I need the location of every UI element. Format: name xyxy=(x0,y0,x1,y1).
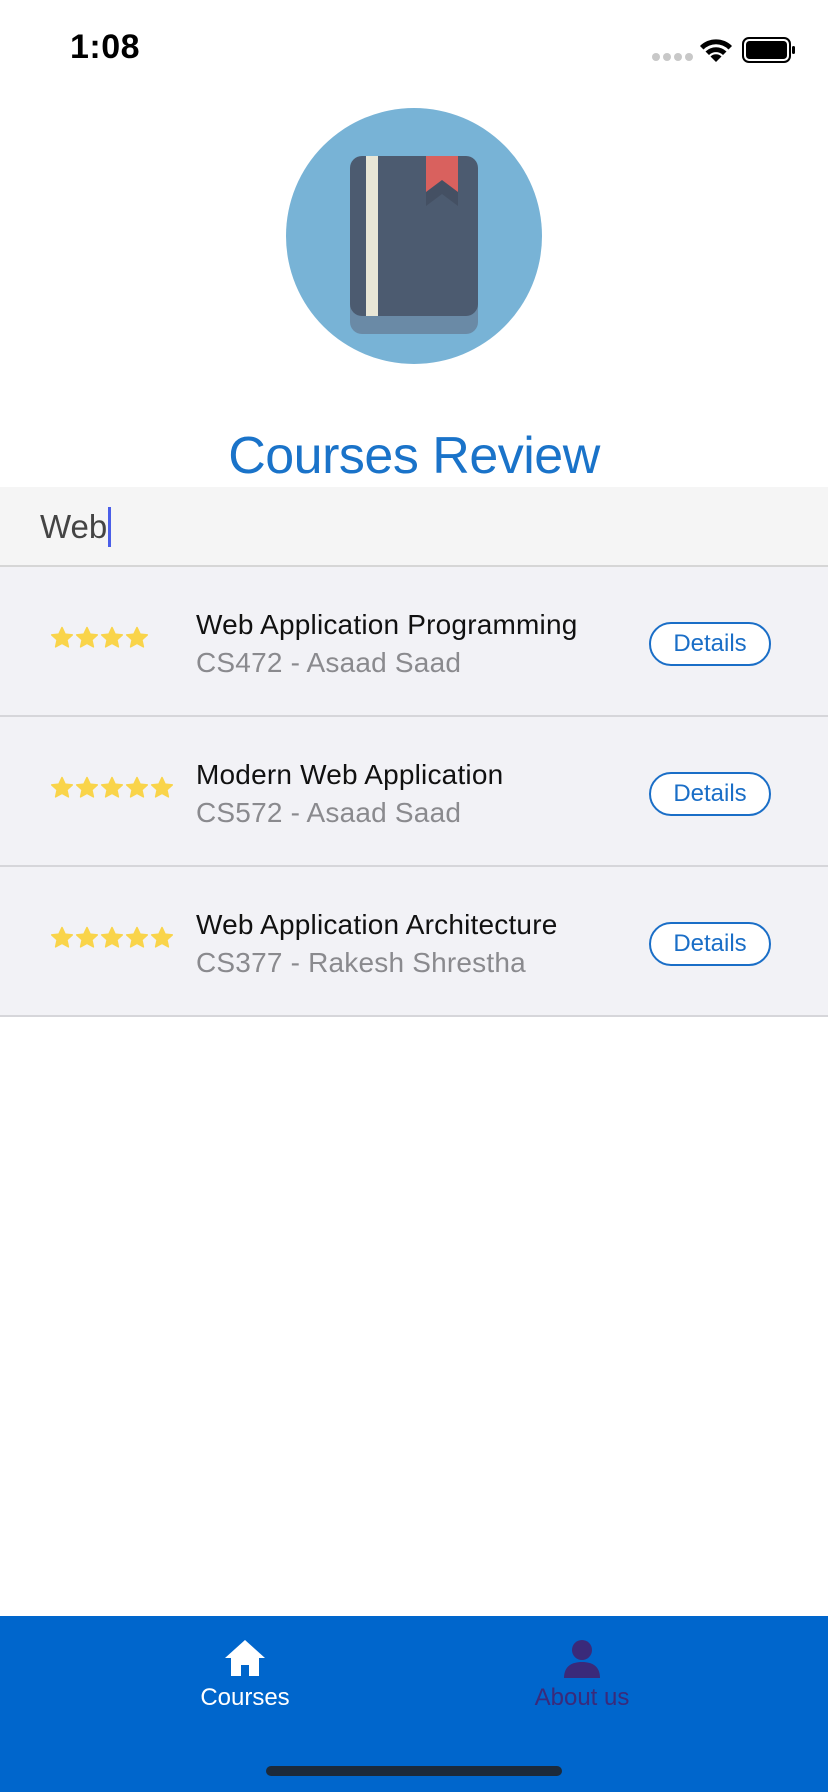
tab-label: Courses xyxy=(200,1684,290,1711)
tab-about-us[interactable]: About us xyxy=(482,1638,682,1712)
list-item[interactable]: Web Application Architecture CS377 - Rak… xyxy=(0,867,828,1017)
star-icon xyxy=(100,926,124,948)
rating-stars xyxy=(50,626,149,650)
star-icon xyxy=(50,926,74,948)
list-item[interactable]: Modern Web Application CS572 - Asaad Saa… xyxy=(0,717,828,867)
status-bar: 1:08 xyxy=(0,0,828,100)
star-icon xyxy=(125,626,149,648)
text-cursor xyxy=(108,507,112,547)
search-input[interactable]: Web xyxy=(0,487,828,567)
course-subtitle: CS472 - Asaad Saad xyxy=(196,647,462,678)
star-icon xyxy=(150,926,174,948)
page-title: Courses Review xyxy=(228,427,600,485)
battery-icon xyxy=(742,37,795,63)
rating-stars xyxy=(50,926,174,950)
course-name: Modern Web Application xyxy=(196,759,504,790)
star-icon xyxy=(125,926,149,948)
course-name: Web Application Programming xyxy=(196,609,578,640)
star-icon xyxy=(50,626,74,648)
rating-stars xyxy=(50,776,174,800)
course-subtitle: CS572 - Asaad Saad xyxy=(196,797,462,828)
star-icon xyxy=(100,776,124,798)
course-subtitle: CS377 - Rakesh Shrestha xyxy=(196,947,526,978)
status-time: 1:08 xyxy=(70,28,141,66)
home-icon xyxy=(225,1640,265,1676)
star-icon xyxy=(100,626,124,648)
cellular-signal-icon xyxy=(652,53,693,61)
tab-label: About us xyxy=(534,1684,630,1711)
details-button[interactable]: Details xyxy=(649,922,771,966)
list-item[interactable]: Web Application Programming CS472 - Asaa… xyxy=(0,567,828,717)
star-icon xyxy=(150,776,174,798)
tab-courses[interactable]: Courses xyxy=(145,1638,345,1712)
home-indicator xyxy=(266,1766,562,1776)
search-input-value: Web xyxy=(40,508,108,545)
details-button[interactable]: Details xyxy=(649,772,771,816)
star-icon xyxy=(75,626,99,648)
wifi-icon xyxy=(700,39,732,62)
book-logo-icon xyxy=(286,108,542,364)
course-name: Web Application Architecture xyxy=(196,909,558,940)
details-button[interactable]: Details xyxy=(649,622,771,666)
person-icon xyxy=(564,1640,600,1678)
star-icon xyxy=(75,776,99,798)
course-list: Web Application Programming CS472 - Asaa… xyxy=(0,567,828,1017)
star-icon xyxy=(50,776,74,798)
star-icon xyxy=(75,926,99,948)
star-icon xyxy=(125,776,149,798)
